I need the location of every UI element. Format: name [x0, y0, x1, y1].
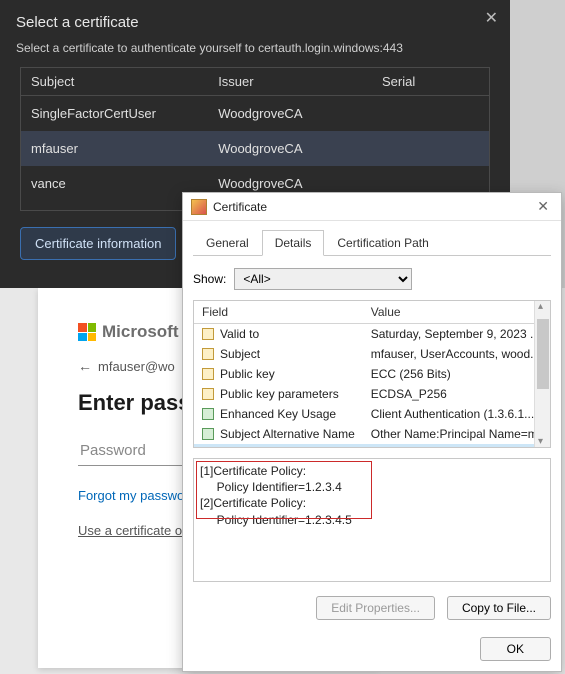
field-row[interactable]: Subjectmfauser, UserAccounts, wood... [194, 344, 551, 364]
detail-line: [2]Certificate Policy: [200, 495, 544, 511]
certificate-window-title: Certificate [213, 200, 267, 214]
col-serial[interactable]: Serial [372, 68, 489, 96]
field-row[interactable]: Public keyECC (256 Bits) [194, 364, 551, 384]
fields-list: Field Value Valid toSaturday, September … [193, 300, 551, 448]
certificate-titlebar[interactable]: Certificate ✕ [183, 193, 561, 221]
field-value: ECDSA_P256 [363, 384, 551, 404]
cell-issuer: WoodgroveCA [208, 131, 372, 166]
back-arrow-icon: ← [78, 358, 92, 374]
field-detail-box[interactable]: [1]Certificate Policy: Policy Identifier… [193, 458, 551, 582]
col-subject[interactable]: Subject [21, 68, 208, 96]
field-name: Valid to [194, 324, 363, 345]
field-icon [202, 388, 214, 400]
cell-subject: SingleFactorCertUser [21, 96, 208, 132]
copy-to-file-button[interactable]: Copy to File... [447, 596, 551, 620]
tab-certification-path[interactable]: Certification Path [324, 230, 441, 256]
field-name: Public key parameters [194, 384, 363, 404]
microsoft-logo-icon [78, 323, 96, 341]
col-issuer[interactable]: Issuer [208, 68, 372, 96]
tab-general[interactable]: General [193, 230, 262, 256]
field-row[interactable]: Public key parametersECDSA_P256 [194, 384, 551, 404]
certificate-table: Subject Issuer Serial SingleFactorCertUs… [20, 67, 490, 211]
field-name: Subject [194, 344, 363, 364]
close-icon[interactable]: ✕ [485, 8, 498, 28]
scrollbar[interactable] [534, 301, 550, 447]
tab-details[interactable]: Details [262, 230, 325, 256]
field-row[interactable]: Enhanced Key UsageClient Authentication … [194, 404, 551, 424]
close-icon[interactable]: ✕ [533, 198, 553, 215]
field-icon [202, 368, 214, 380]
show-label: Show: [193, 272, 226, 286]
tabs: General Details Certification Path [193, 229, 551, 256]
edit-properties-button: Edit Properties... [316, 596, 435, 620]
field-value: Saturday, September 9, 2023 ... [363, 324, 551, 345]
field-row[interactable]: Valid toSaturday, September 9, 2023 ... [194, 324, 551, 345]
dialog-subtitle: Select a certificate to authenticate you… [16, 41, 494, 55]
field-name: Enhanced Key Usage [194, 404, 363, 424]
cell-issuer: WoodgroveCA [208, 96, 372, 132]
cell-subject: vance [21, 166, 208, 201]
dialog-title: Select a certificate [16, 14, 494, 31]
field-row[interactable]: Subject Alternative NameOther Name:Princ… [194, 424, 551, 444]
field-row[interactable]: Certificate Policies[1]Certificate Polic… [194, 444, 551, 448]
field-value: Other Name:Principal Name=m... [363, 424, 551, 444]
col-field[interactable]: Field [194, 301, 363, 324]
cell-subject: mfauser [21, 131, 208, 166]
show-select[interactable]: <All> [234, 268, 412, 290]
extension-icon [202, 408, 214, 420]
detail-line: Policy Identifier=1.2.3.4.5 [200, 512, 544, 528]
certificate-icon [191, 199, 207, 215]
col-value[interactable]: Value [363, 301, 551, 324]
field-value: ECC (256 Bits) [363, 364, 551, 384]
ok-button[interactable]: OK [480, 637, 551, 661]
field-name: Subject Alternative Name [194, 424, 363, 444]
field-icon [202, 328, 214, 340]
field-name: Public key [194, 364, 363, 384]
field-value: [1]Certificate Policy:Policy Ide... [363, 444, 551, 448]
certificate-window: Certificate ✕ General Details Certificat… [182, 192, 562, 672]
table-row[interactable]: mfauserWoodgroveCA [21, 131, 489, 166]
scrollbar-thumb[interactable] [537, 319, 549, 389]
microsoft-logo-text: Microsoft [102, 322, 179, 342]
table-row[interactable]: SingleFactorCertUserWoodgroveCA [21, 96, 489, 132]
certificate-information-button[interactable]: Certificate information [20, 227, 176, 260]
cell-serial [372, 96, 489, 132]
extension-icon [202, 428, 214, 440]
detail-line: [1]Certificate Policy: [200, 463, 544, 479]
cell-serial [372, 131, 489, 166]
detail-line: Policy Identifier=1.2.3.4 [200, 479, 544, 495]
field-icon [202, 348, 214, 360]
field-value: mfauser, UserAccounts, wood... [363, 344, 551, 364]
field-value: Client Authentication (1.3.6.1.... [363, 404, 551, 424]
field-name: Certificate Policies [194, 444, 363, 448]
signin-email: mfauser@wo [98, 359, 175, 374]
